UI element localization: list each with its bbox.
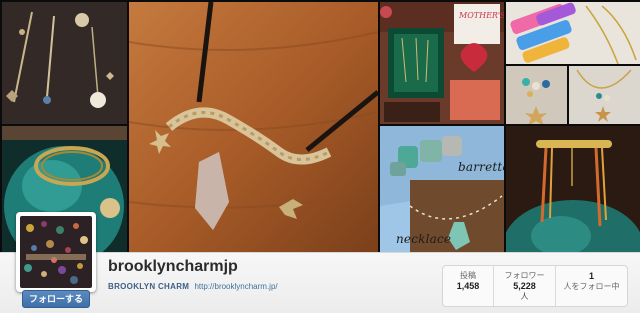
- tassel-earrings-photo: [506, 126, 640, 256]
- crystal-necklace-photo: [129, 2, 378, 256]
- stat-following-value: 1: [588, 271, 594, 281]
- profile-photo-mosaic: MOTHER'S DAY: [0, 0, 640, 256]
- necklace-handwritten-label: necklace: [396, 232, 452, 246]
- photo-tile-mothers-day-display[interactable]: MOTHER'S DAY: [380, 2, 504, 124]
- stat-followers-value: 5,228: [513, 281, 536, 291]
- mothers-day-display-photo: MOTHER'S DAY: [380, 2, 504, 124]
- stat-followers[interactable]: フォロワー 5,228 人: [493, 266, 555, 306]
- follow-button[interactable]: フォローする: [22, 290, 90, 308]
- stat-followers-unit: 人: [520, 292, 529, 301]
- profile-website-link[interactable]: http://brooklyncharm.jp/: [194, 282, 277, 291]
- stat-posts[interactable]: 投稿 1,458: [443, 266, 493, 306]
- starfish-necklace-photo: [569, 66, 640, 124]
- avatar-image: [20, 216, 92, 288]
- profile-avatar[interactable]: [16, 212, 96, 292]
- profile-bio: BROOKLYN CHARM http://brooklyncharm.jp/: [108, 282, 278, 291]
- earrings-photo: [2, 2, 127, 124]
- barrettes-photo: [506, 2, 640, 64]
- photo-tile-starfish-necklace[interactable]: [569, 66, 640, 124]
- stat-followers-label: フォロワー: [504, 271, 545, 280]
- photo-tile-starfish-bracelet[interactable]: [506, 66, 567, 124]
- photo-tile-barrettes[interactable]: [506, 2, 640, 64]
- photo-tile-crystal-necklace[interactable]: [129, 2, 378, 256]
- photo-tile-barrette-necklace[interactable]: barrette necklace: [380, 126, 504, 256]
- stat-following-label: 人をフォロー中: [563, 282, 620, 291]
- profile-stats: 投稿 1,458 フォロワー 5,228 人 1 人をフォロー中: [442, 265, 628, 307]
- photo-tile-tassel-earrings[interactable]: [506, 126, 640, 256]
- stat-posts-label: 投稿: [460, 271, 476, 280]
- stat-posts-value: 1,458: [456, 281, 480, 291]
- starfish-bracelet-photo: [506, 66, 567, 124]
- profile-full-name: BROOKLYN CHARM: [108, 282, 190, 291]
- mothers-day-sign-text: MOTHER'S DAY: [458, 11, 504, 20]
- barrette-handwritten-label: barrette: [458, 160, 504, 174]
- stat-following[interactable]: 1 人をフォロー中: [555, 266, 627, 306]
- profile-username: brooklyncharmjp: [108, 258, 238, 275]
- photo-tile-earrings[interactable]: [2, 2, 127, 124]
